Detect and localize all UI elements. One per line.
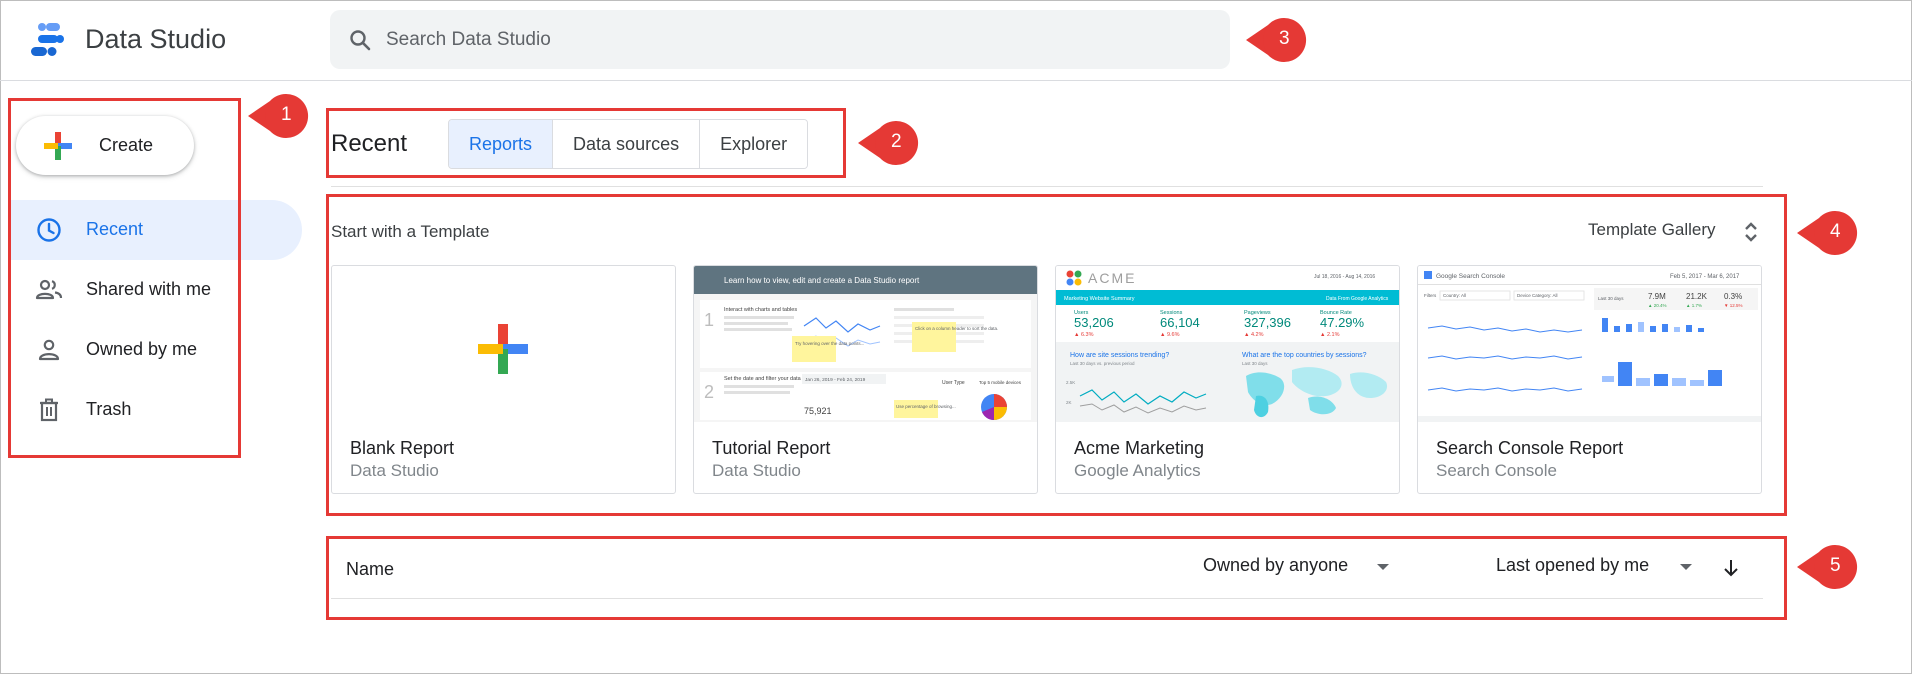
callout-badge: 5 (1797, 542, 1861, 592)
search-icon (350, 30, 371, 51)
callout-badge: 3 (1246, 15, 1310, 65)
highlight-box-tabs (326, 108, 846, 178)
highlight-box-list-header (326, 536, 1787, 620)
divider (331, 186, 1763, 187)
data-studio-logo-icon[interactable] (30, 22, 70, 58)
callout-number: 3 (1279, 28, 1290, 49)
highlight-box-sidebar (8, 98, 241, 458)
search-bar[interactable] (330, 10, 1230, 69)
callout-number: 1 (281, 104, 292, 125)
callout-badge: 2 (858, 118, 922, 168)
callout-number: 2 (891, 131, 902, 152)
search-input[interactable] (386, 18, 1206, 61)
callout-badge: 4 (1797, 208, 1861, 258)
app-title: Data Studio (85, 24, 227, 54)
callout-number: 5 (1830, 555, 1841, 576)
app-header: Data Studio (0, 0, 1912, 81)
callout-number: 4 (1830, 221, 1841, 242)
highlight-box-templates (326, 194, 1787, 516)
callout-badge: 1 (248, 91, 312, 141)
